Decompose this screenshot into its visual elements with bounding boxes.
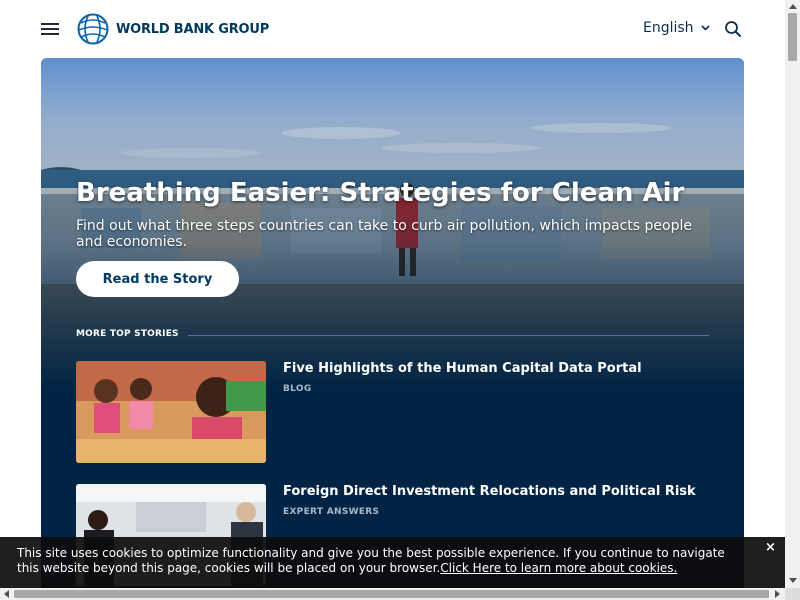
scroll-down-arrow-icon[interactable] (789, 578, 797, 583)
story-thumbnail-image (76, 361, 266, 463)
hero-description: Find out what three steps countries can … (76, 218, 692, 250)
story-card-human-capital[interactable]: Five Highlights of the Human Capital Dat… (76, 361, 706, 465)
language-selector[interactable]: English (643, 20, 710, 36)
world-bank-logo[interactable]: WORLD BANK GROUP (75, 13, 269, 45)
section-divider (188, 335, 709, 336)
language-label: English (643, 20, 694, 36)
chevron-down-icon (700, 25, 710, 31)
browser-viewport: WORLD BANK GROUP English Breathing Easie… (0, 0, 785, 588)
cookie-banner: This site uses cookies to optimize funct… (0, 537, 785, 588)
close-icon[interactable]: × (765, 540, 776, 555)
logo-text: WORLD BANK GROUP (116, 21, 270, 37)
vertical-scroll-thumb[interactable] (788, 13, 797, 61)
globe-logo-icon (77, 13, 109, 45)
hamburger-menu-icon[interactable] (41, 23, 59, 36)
search-icon[interactable] (724, 20, 742, 38)
hero-title[interactable]: Breathing Easier: Strategies for Clean A… (76, 178, 736, 208)
story-tag: EXPERT ANSWERS (283, 507, 380, 517)
scrollbar-corner (785, 588, 800, 600)
scroll-up-arrow-icon[interactable] (789, 4, 797, 9)
scroll-left-arrow-icon[interactable] (4, 590, 9, 598)
vertical-scrollbar[interactable] (785, 0, 800, 588)
horizontal-scrollbar[interactable] (0, 588, 785, 600)
read-story-button[interactable]: Read the Story (76, 261, 239, 297)
cookie-learn-more-link[interactable]: Click Here to learn more about cookies. (440, 561, 677, 575)
scroll-right-arrow-icon[interactable] (775, 590, 780, 598)
story-tag: BLOG (283, 384, 312, 394)
story-title[interactable]: Foreign Direct Investment Relocations an… (283, 484, 696, 499)
hero-section: Breathing Easier: Strategies for Clean A… (41, 58, 744, 588)
story-title[interactable]: Five Highlights of the Human Capital Dat… (283, 361, 642, 376)
cookie-message: This site uses cookies to optimize funct… (17, 546, 747, 576)
more-top-stories-heading: MORE TOP STORIES (76, 329, 179, 339)
horizontal-scroll-thumb[interactable] (14, 590, 769, 598)
